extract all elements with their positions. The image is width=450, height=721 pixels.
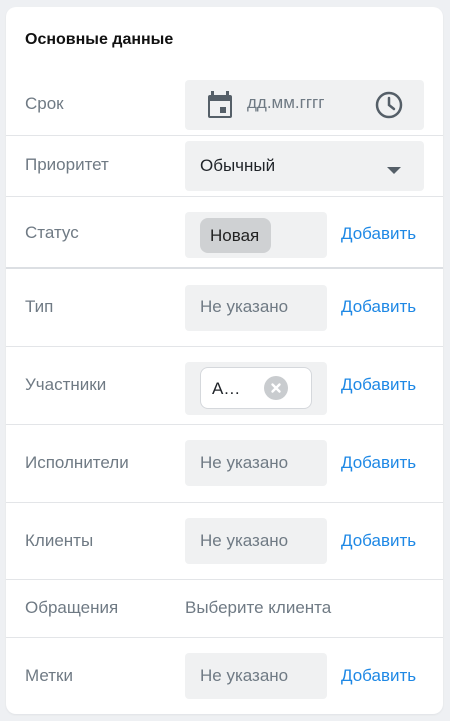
requests-hint: Выберите клиента [185, 598, 332, 617]
calendar-icon[interactable] [207, 91, 233, 124]
type-value: Не указано [200, 297, 289, 316]
deadline-label: Срок [25, 94, 64, 113]
status-field[interactable]: Новая [185, 212, 327, 258]
priority-label: Приоритет [25, 155, 109, 174]
priority-value: Обычный [200, 156, 276, 175]
participants-row: Участники А… Добавить [6, 347, 443, 425]
clients-row: Клиенты Не указано Добавить [6, 503, 443, 580]
executors-add-link[interactable]: Добавить [341, 453, 416, 473]
type-field[interactable]: Не указано [185, 285, 327, 331]
deadline-placeholder: дд.мм.гггг [247, 93, 325, 112]
priority-row: Приоритет Обычный [6, 136, 443, 197]
status-value: Новая [210, 226, 260, 245]
section-title: Основные данные [25, 31, 174, 48]
status-add-link[interactable]: Добавить [341, 224, 416, 244]
participants-add-link[interactable]: Добавить [341, 375, 416, 395]
clients-field[interactable]: Не указано [185, 518, 327, 564]
dropdown-arrow-icon[interactable] [387, 162, 401, 180]
executors-field[interactable]: Не указано [185, 440, 327, 486]
type-label: Тип [25, 297, 54, 316]
type-add-link[interactable]: Добавить [341, 297, 416, 317]
participant-name: А… [212, 379, 241, 398]
tags-add-link[interactable]: Добавить [341, 666, 416, 686]
clients-add-link[interactable]: Добавить [341, 531, 416, 551]
status-row: Статус Новая Добавить [6, 197, 443, 269]
type-row: Тип Не указано Добавить [6, 269, 443, 347]
tags-field[interactable]: Не указано [185, 653, 327, 699]
deadline-input[interactable]: дд.мм.гггг [185, 80, 424, 130]
clock-icon[interactable] [375, 91, 403, 124]
status-chip[interactable]: Новая [200, 218, 271, 253]
participant-tag[interactable]: А… [200, 367, 312, 409]
participants-field[interactable]: А… [185, 362, 327, 415]
priority-select[interactable]: Обычный [185, 141, 424, 191]
tags-label: Метки [25, 666, 73, 685]
main-data-card: Основные данные Срок дд.мм.гггг Приорите… [6, 7, 443, 714]
requests-label: Обращения [25, 598, 119, 617]
executors-row: Исполнители Не указано Добавить [6, 425, 443, 503]
participants-label: Участники [25, 375, 107, 394]
tags-value: Не указано [200, 666, 289, 685]
executors-value: Не указано [200, 453, 289, 472]
tags-row: Метки Не указано Добавить [6, 638, 443, 714]
clients-value: Не указано [200, 531, 289, 550]
status-label: Статус [25, 223, 79, 242]
requests-row: Обращения Выберите клиента [6, 580, 443, 638]
deadline-row: Срок дд.мм.гггг [6, 73, 443, 136]
executors-label: Исполнители [25, 453, 129, 472]
remove-tag-icon[interactable] [264, 376, 288, 405]
clients-label: Клиенты [25, 531, 94, 550]
